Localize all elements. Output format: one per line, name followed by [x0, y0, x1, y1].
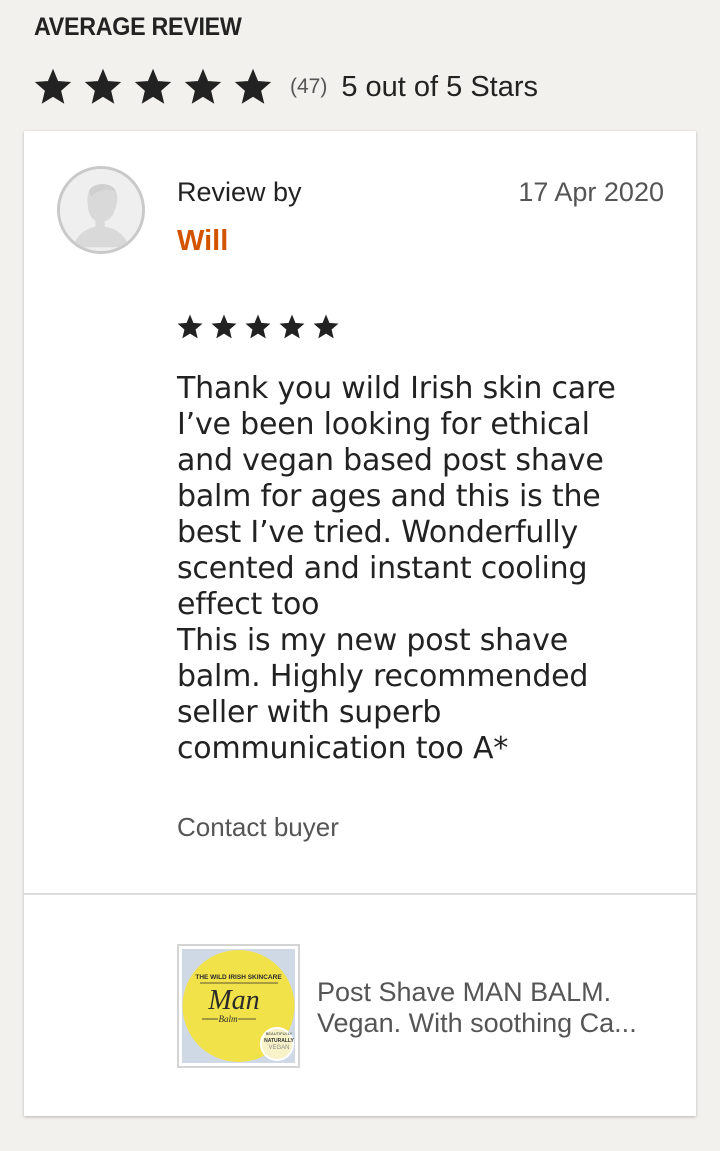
- star-icon: [211, 314, 237, 339]
- rating-text: 5 out of 5 Stars: [341, 70, 539, 103]
- thumb-badge-3: VEGAN: [268, 1045, 289, 1051]
- review-by-label: Review by: [177, 177, 302, 207]
- product-title-line-2: Vegan. With soothing Ca...: [317, 1008, 637, 1038]
- star-icon: [34, 68, 72, 104]
- review-text-line: effect too: [177, 587, 320, 622]
- review-text-line: This is my new post shave: [177, 623, 568, 658]
- star-icon: [279, 314, 305, 339]
- star-icon: [245, 314, 271, 339]
- divider: [24, 893, 696, 895]
- review-text-line: balm. Highly recommended: [177, 659, 589, 694]
- thumb-name: Man: [207, 985, 259, 1016]
- product-image: THE WILD IRISH SKINCARE Man Balm BEAUTIF…: [182, 949, 295, 1063]
- average-review-summary: AVERAGE REVIEW (47) 5 out of 5 Stars: [34, 12, 694, 104]
- star-icon: [177, 314, 203, 339]
- review-date: 17 Apr 2020: [518, 177, 664, 207]
- thumb-brand: THE WILD IRISH SKINCARE: [195, 974, 282, 981]
- review-rating-stars: [177, 314, 339, 340]
- star-icon: [184, 68, 222, 104]
- star-icon: [313, 314, 339, 339]
- review-text-line: Thank you wild Irish skin care: [177, 371, 616, 406]
- review-text-line: I’ve been looking for ethical: [177, 407, 590, 442]
- thumb-sub: Balm: [219, 1014, 238, 1024]
- review-text: Thank you wild Irish skin care I’ve been …: [177, 371, 647, 767]
- thumb-badge-1: BEAUTIFULLY: [266, 1031, 293, 1036]
- review-count: (47): [290, 75, 328, 98]
- review-text-line: communication too A*: [177, 731, 509, 766]
- average-rating-stars: [34, 68, 272, 106]
- product-title-line-1: Post Shave MAN BALM.: [317, 977, 612, 1007]
- star-icon: [134, 68, 172, 104]
- review-card: Review by 17 Apr 2020 Will Thank you wil…: [24, 131, 696, 1116]
- product-thumbnail[interactable]: THE WILD IRISH SKINCARE Man Balm BEAUTIF…: [177, 944, 300, 1068]
- review-text-line: and vegan based post shave: [177, 443, 604, 478]
- review-text-line: seller with superb: [177, 695, 442, 730]
- thumb-badge-2: NATURALLY: [264, 1038, 294, 1044]
- average-review-heading: AVERAGE REVIEW: [34, 13, 242, 41]
- star-icon: [234, 68, 272, 104]
- review-text-line: best I’ve tried. Wonderfully: [177, 515, 579, 550]
- review-text-line: balm for ages and this is the: [177, 479, 601, 514]
- average-rating-row: (47) 5 out of 5 Stars: [34, 68, 538, 106]
- default-avatar-icon: [57, 166, 145, 254]
- contact-buyer-link[interactable]: Contact buyer: [177, 812, 339, 843]
- reviewer-name-link[interactable]: Will: [177, 225, 228, 258]
- product-title-link[interactable]: Post Shave MAN BALM. Vegan. With soothin…: [317, 977, 677, 1039]
- star-icon: [84, 68, 122, 104]
- review-text-line: scented and instant cooling: [177, 551, 588, 586]
